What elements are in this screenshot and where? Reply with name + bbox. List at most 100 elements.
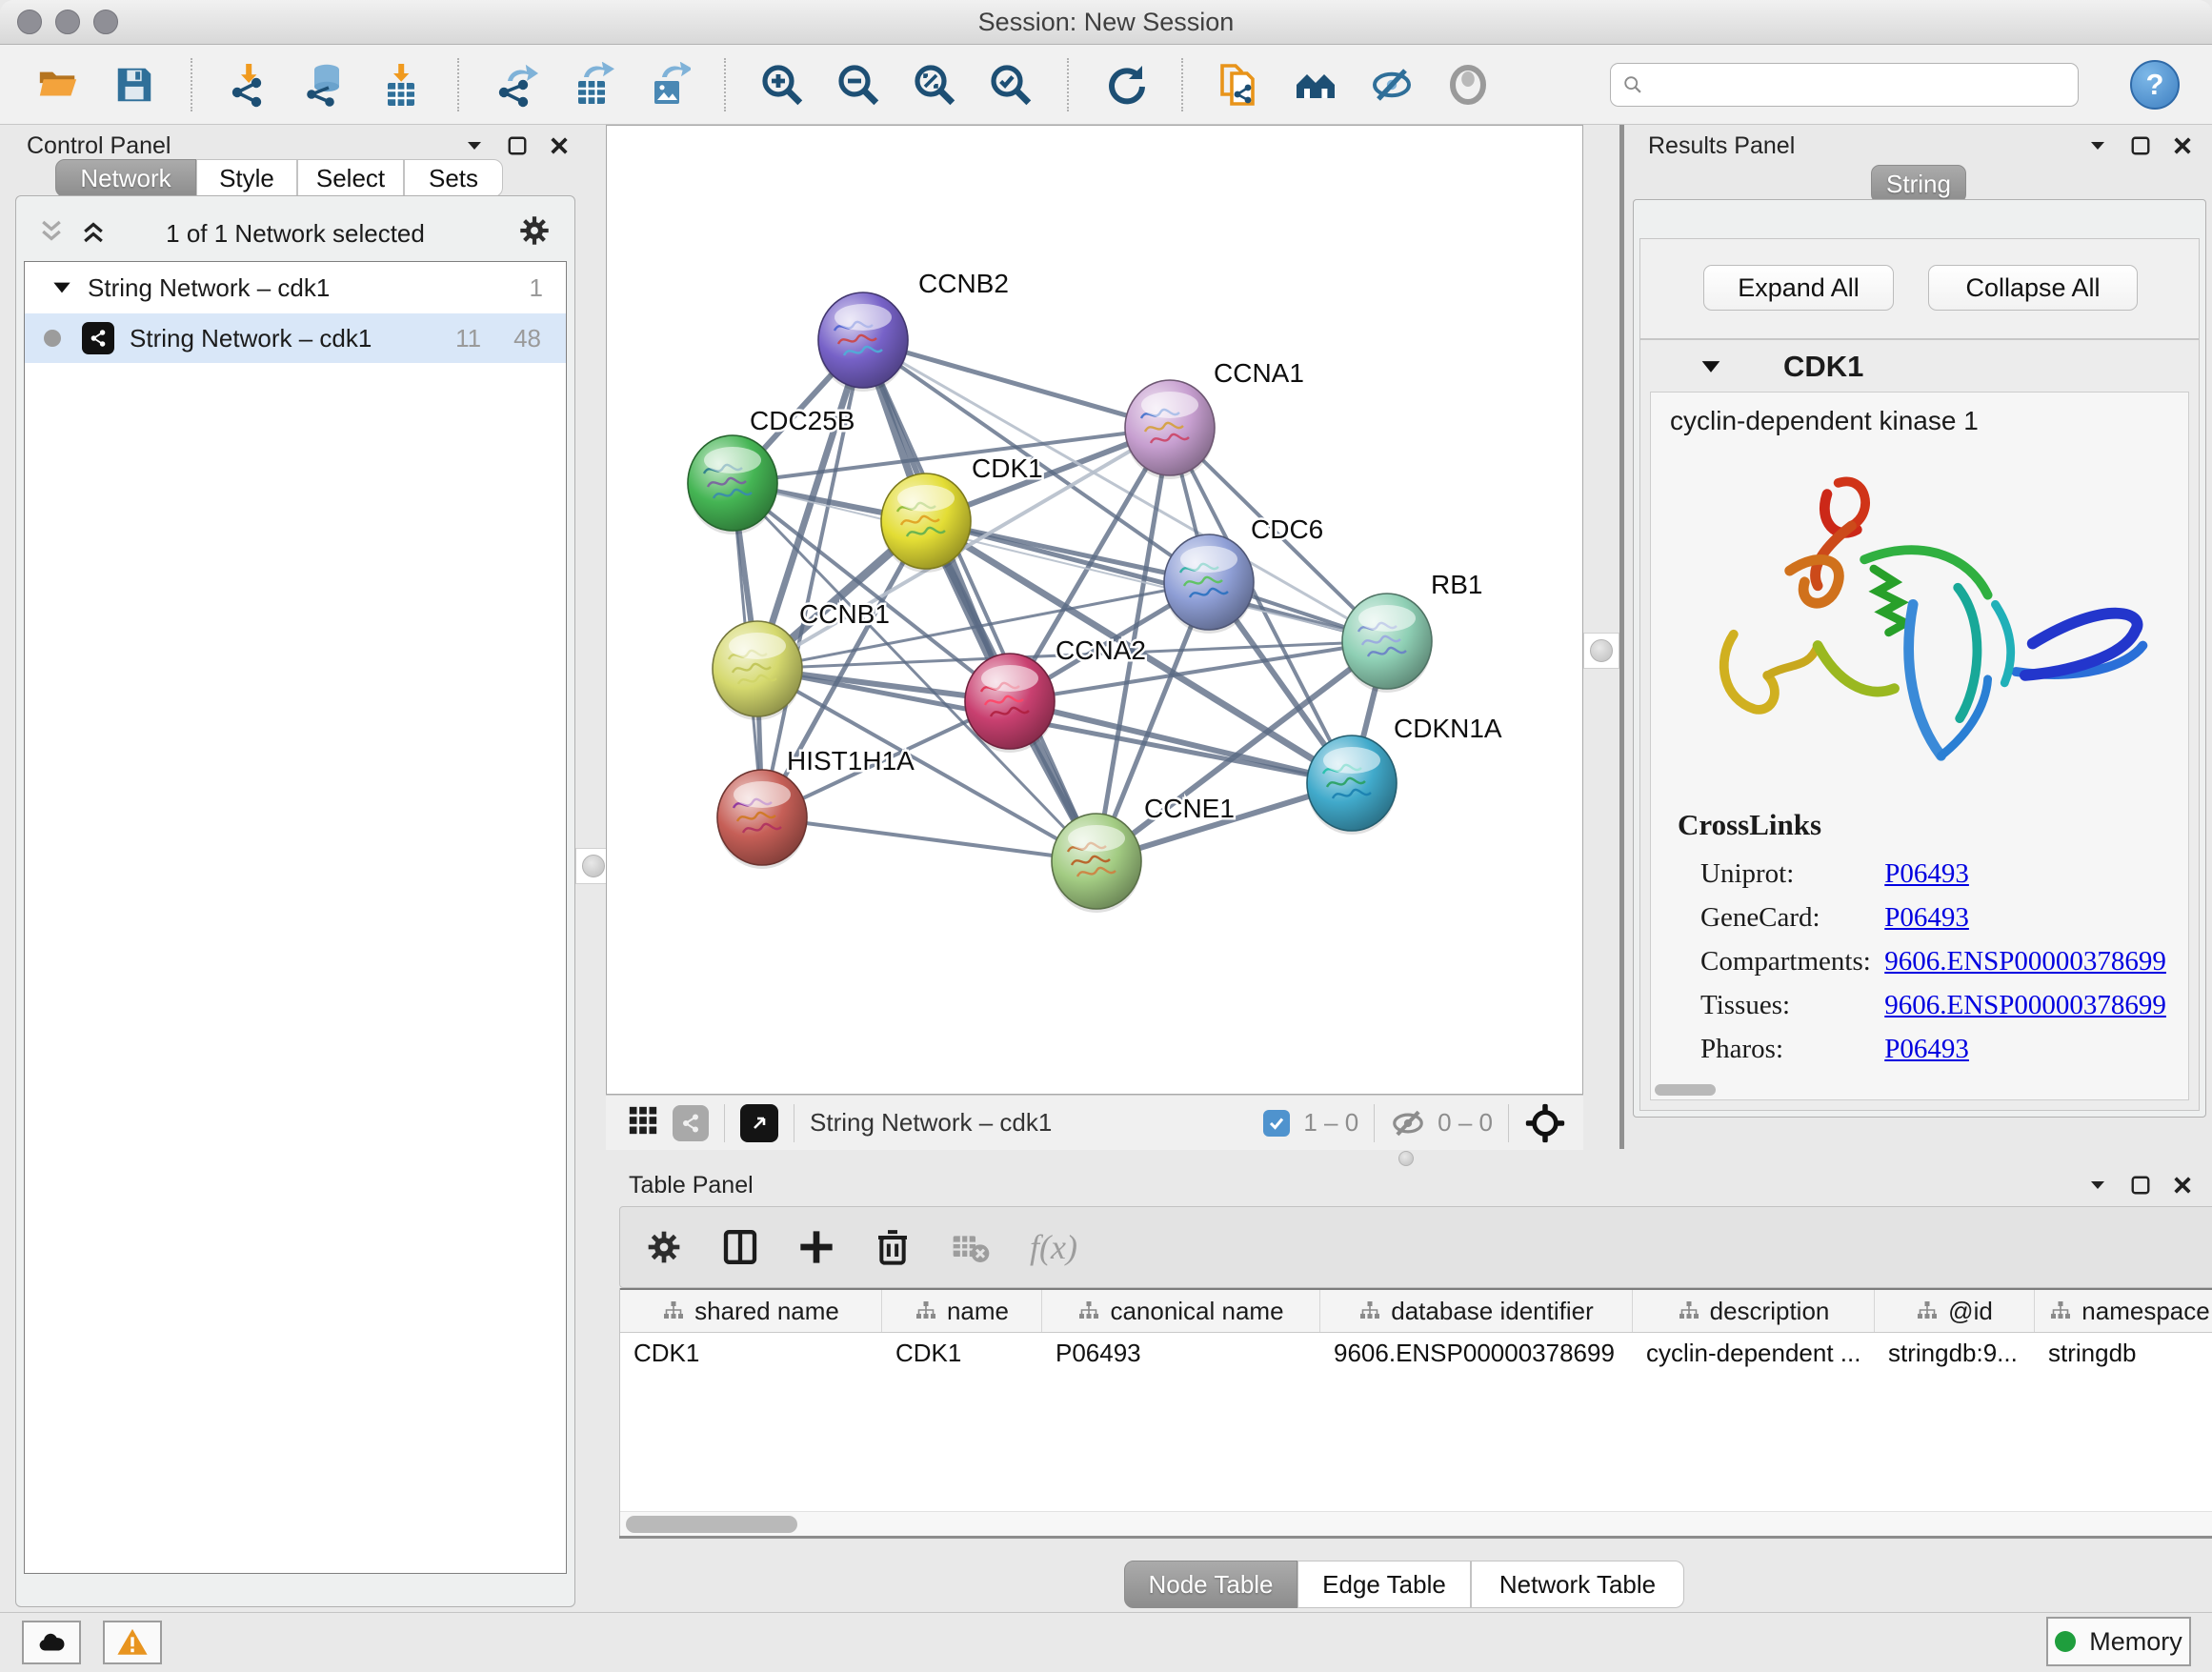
crosslink-value[interactable]: P06493	[1884, 1034, 1969, 1064]
close-panel-icon[interactable]	[2172, 135, 2193, 156]
memory-label: Memory	[2089, 1627, 2182, 1657]
network-edge-CCNB2-CCNA1[interactable]	[863, 340, 1170, 428]
network-collection-row[interactable]: String Network – cdk1 1	[25, 262, 566, 313]
network-canvas[interactable]: CCNB2CCNA1CDC25BCDK1CDC6RB1CCNB1CCNA2CDK…	[606, 125, 1583, 1095]
tab-string[interactable]: String	[1871, 165, 1966, 203]
crosslink-label: Tissues:	[1700, 983, 1878, 1027]
open-session-button[interactable]	[32, 58, 84, 111]
selected-checkbox-icon[interactable]	[1263, 1110, 1290, 1137]
import-table-file-button[interactable]	[375, 58, 427, 111]
network-share-icon[interactable]	[673, 1105, 709, 1141]
import-network-file-button[interactable]	[223, 58, 274, 111]
table-cell[interactable]: stringdb	[2035, 1333, 2212, 1371]
table-row[interactable]: CDK1CDK1P064939606.ENSP00000378699cyclin…	[620, 1333, 2212, 1371]
crosshair-icon[interactable]	[1524, 1102, 1566, 1144]
network-options-gear-icon[interactable]	[517, 213, 552, 252]
network-collection-count: 1	[530, 273, 543, 303]
import-network-database-button[interactable]	[299, 58, 351, 111]
crosslink-value[interactable]: P06493	[1884, 858, 1969, 889]
apply-layout-button[interactable]	[1099, 58, 1151, 111]
help-button[interactable]: ?	[2130, 60, 2180, 110]
save-session-button[interactable]	[109, 58, 160, 111]
toolbar-separator	[724, 58, 726, 111]
tab-select[interactable]: Select	[297, 159, 404, 197]
results-horizontal-scrollbar[interactable]	[1655, 1084, 1716, 1096]
collapse-all-button[interactable]: Collapse All	[1928, 265, 2138, 311]
zoom-in-button[interactable]	[756, 58, 808, 111]
network-panel-box: 1 of 1 Network selected String Network –…	[15, 195, 575, 1607]
close-panel-icon[interactable]	[549, 135, 570, 156]
float-panel-icon[interactable]	[2130, 1175, 2151, 1196]
column-attribute-icon	[1358, 1299, 1381, 1322]
column-header-canonical-name[interactable]: canonical name	[1042, 1290, 1320, 1332]
crosslink-value[interactable]: 9606.ENSP00000378699	[1884, 946, 2166, 977]
table-horizontal-scrollbar[interactable]	[626, 1516, 797, 1533]
column-header-description[interactable]: description	[1633, 1290, 1875, 1332]
memory-button[interactable]: Memory	[2046, 1617, 2191, 1666]
node-label-CCNA1: CCNA1	[1214, 358, 1304, 388]
tab-style[interactable]: Style	[196, 159, 297, 197]
crosslink-value[interactable]: 9606.ENSP00000378699	[1884, 990, 2166, 1020]
gene-section-collapse-icon[interactable]	[1698, 353, 1724, 385]
network-row-selected[interactable]: String Network – cdk1 11 48	[25, 313, 566, 363]
show-all-button[interactable]	[1442, 58, 1494, 111]
column-header-label: database identifier	[1391, 1297, 1593, 1326]
table-cell[interactable]: CDK1	[882, 1333, 1042, 1371]
right-splitter[interactable]	[1619, 125, 1624, 1149]
function-builder-icon[interactable]: f(x)	[1030, 1227, 1077, 1267]
float-panel-icon[interactable]	[2130, 135, 2151, 156]
zoom-fit-button[interactable]	[909, 58, 960, 111]
column-header-namespace[interactable]: namespace	[2035, 1290, 2212, 1332]
tree-expand-icon[interactable]	[50, 275, 74, 300]
delete-column-trash-icon[interactable]	[874, 1228, 912, 1266]
zoom-out-button[interactable]	[833, 58, 884, 111]
export-image-button[interactable]	[642, 58, 694, 111]
crosslink-value[interactable]: P06493	[1884, 902, 1969, 933]
table-cell[interactable]: stringdb:9...	[1875, 1333, 2035, 1371]
table-cell[interactable]: P06493	[1042, 1333, 1320, 1371]
column-header-database-identifier[interactable]: database identifier	[1320, 1290, 1633, 1332]
panel-menu-icon[interactable]	[2086, 134, 2109, 157]
open-folder-icon	[36, 63, 80, 107]
tab-network[interactable]: Network	[55, 159, 196, 197]
tab-node-table[interactable]: Node Table	[1124, 1561, 1297, 1608]
tab-sets[interactable]: Sets	[404, 159, 503, 197]
zoom-fit-icon	[912, 62, 957, 108]
table-panel-title: Table Panel	[629, 1172, 754, 1199]
table-cell[interactable]: CDK1	[620, 1333, 882, 1371]
birds-eye-view-icon[interactable]	[740, 1104, 778, 1142]
horizontal-splitter[interactable]	[591, 1149, 2212, 1164]
table-cell[interactable]: 9606.ENSP00000378699	[1320, 1333, 1633, 1371]
panel-menu-icon[interactable]	[463, 134, 486, 157]
panel-menu-icon[interactable]	[2086, 1174, 2109, 1197]
show-columns-icon[interactable]	[721, 1228, 759, 1266]
toolbar-separator	[1067, 58, 1069, 111]
cloud-status-button[interactable]	[22, 1621, 81, 1664]
close-panel-icon[interactable]	[2172, 1175, 2193, 1196]
export-network-button[interactable]	[490, 58, 541, 111]
table-options-gear-icon[interactable]	[645, 1228, 683, 1266]
tab-edge-table[interactable]: Edge Table	[1297, 1561, 1471, 1608]
network-edge-HIST1H1A-CCNE1[interactable]	[762, 817, 1096, 861]
delete-table-icon[interactable]	[950, 1228, 992, 1266]
expand-all-button[interactable]: Expand All	[1703, 265, 1894, 311]
gene-description: cyclin-dependent kinase 1	[1670, 406, 1979, 436]
create-column-plus-icon[interactable]	[797, 1228, 835, 1266]
search-input[interactable]	[1653, 69, 2066, 100]
zoom-selected-button[interactable]	[985, 58, 1036, 111]
grid-view-icon[interactable]	[627, 1104, 659, 1141]
hide-selected-button[interactable]	[1366, 58, 1418, 111]
column-header-shared-name[interactable]: shared name	[620, 1290, 882, 1332]
table-cell[interactable]: cyclin-dependent ...	[1633, 1333, 1875, 1371]
column-header--id[interactable]: @id	[1875, 1290, 2035, 1332]
column-header-label: shared name	[694, 1297, 839, 1326]
tab-network-table[interactable]: Network Table	[1471, 1561, 1684, 1608]
right-splitter-handle[interactable]	[1583, 633, 1619, 669]
float-panel-icon[interactable]	[507, 135, 528, 156]
export-table-button[interactable]	[566, 58, 617, 111]
first-neighbors-button[interactable]	[1290, 58, 1341, 111]
column-header-name[interactable]: name	[882, 1290, 1042, 1332]
memory-status-icon	[2055, 1631, 2076, 1652]
new-network-from-selection-button[interactable]	[1214, 58, 1265, 111]
warnings-button[interactable]	[103, 1621, 162, 1664]
